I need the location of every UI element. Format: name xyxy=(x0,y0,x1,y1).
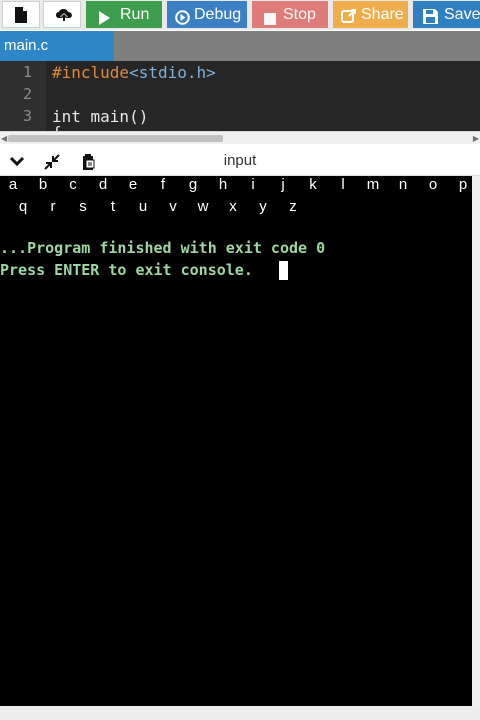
console-letter: b xyxy=(38,176,48,193)
exit-code-message: ...Program finished with exit code 0 xyxy=(0,239,326,257)
stop-button[interactable]: Stop xyxy=(252,1,328,28)
line-number: 3 xyxy=(22,107,32,125)
console-letter: q xyxy=(18,198,28,215)
console-letter: e xyxy=(128,176,138,193)
console-letter: w xyxy=(197,198,209,215)
code-editor[interactable]: 1 2 3 4 #include<stdio.h> int main() { xyxy=(0,61,480,131)
stop-label: Stop xyxy=(283,6,316,23)
code-line[interactable]: { xyxy=(52,123,62,131)
file-tab-bar: main.c xyxy=(0,31,480,61)
new-file-icon xyxy=(15,7,27,23)
console-letter: f xyxy=(160,176,166,193)
editor-horizontal-scrollbar[interactable]: ◀ ▶ xyxy=(0,131,480,144)
console-letter: t xyxy=(110,198,116,215)
share-icon xyxy=(341,6,357,28)
console-letter: s xyxy=(79,198,87,215)
text-cursor xyxy=(279,261,288,280)
console-letter: l xyxy=(341,176,345,193)
console-letter: n xyxy=(398,176,408,193)
run-button[interactable]: Run xyxy=(86,1,162,28)
console-letter: h xyxy=(218,176,228,193)
scroll-right-arrow-icon[interactable]: ▶ xyxy=(473,134,479,143)
tab-label: main.c xyxy=(4,37,49,54)
bottom-strip xyxy=(0,706,480,720)
upload-button[interactable] xyxy=(43,1,81,28)
share-label: Share xyxy=(361,6,404,23)
console-letter: m xyxy=(366,176,380,193)
console-letter: d xyxy=(98,176,108,193)
console-letter: j xyxy=(281,176,285,193)
code-line[interactable]: int main() xyxy=(52,107,148,126)
console-vertical-scrollbar[interactable] xyxy=(472,176,480,706)
console-letter: r xyxy=(50,198,56,215)
line-number-gutter: 1 2 3 4 xyxy=(0,61,46,131)
debug-button[interactable]: Debug xyxy=(167,1,247,28)
console-title: input xyxy=(223,152,257,169)
include-header: <stdio.h> xyxy=(129,63,216,82)
console-letter: u xyxy=(138,198,148,215)
console-letter: z xyxy=(289,198,297,215)
new-file-button[interactable] xyxy=(2,1,40,28)
include-directive: #include xyxy=(52,63,130,82)
scroll-left-arrow-icon[interactable]: ◀ xyxy=(1,134,7,143)
upload-icon xyxy=(56,9,72,22)
stop-icon xyxy=(264,7,276,28)
console-header: input xyxy=(0,149,480,176)
console-letter: p xyxy=(458,176,468,193)
debug-icon xyxy=(175,7,190,28)
save-button[interactable]: Save xyxy=(413,1,480,28)
console-letter: g xyxy=(188,176,198,193)
debug-label: Debug xyxy=(194,6,242,23)
tab-main-c[interactable]: main.c xyxy=(0,31,114,61)
scrollbar-thumb[interactable] xyxy=(8,135,223,142)
press-enter-message: Press ENTER to exit console. xyxy=(0,261,253,279)
save-icon xyxy=(423,6,438,28)
console-letter: x xyxy=(229,198,237,215)
share-button[interactable]: Share xyxy=(333,1,408,28)
save-label: Save xyxy=(444,6,480,23)
line-number: 1 xyxy=(22,63,32,81)
line-number: 2 xyxy=(22,85,32,103)
console-letter: o xyxy=(428,176,438,193)
console-output[interactable]: a b c d e f g h i j k l m n o p q r s t u v w x y z ...Program f… xyxy=(0,176,472,706)
console-letter: a xyxy=(8,176,18,193)
console-letter: c xyxy=(69,176,77,193)
toolbar: Run Debug Stop Share Save xyxy=(0,0,480,30)
console-letter: y xyxy=(259,198,267,215)
play-icon xyxy=(98,7,111,28)
run-label: Run xyxy=(120,6,150,23)
console-letter: i xyxy=(251,176,255,193)
console-letter: v xyxy=(169,198,177,215)
code-line[interactable]: #include<stdio.h> xyxy=(52,63,216,82)
console-letter: k xyxy=(309,176,317,193)
